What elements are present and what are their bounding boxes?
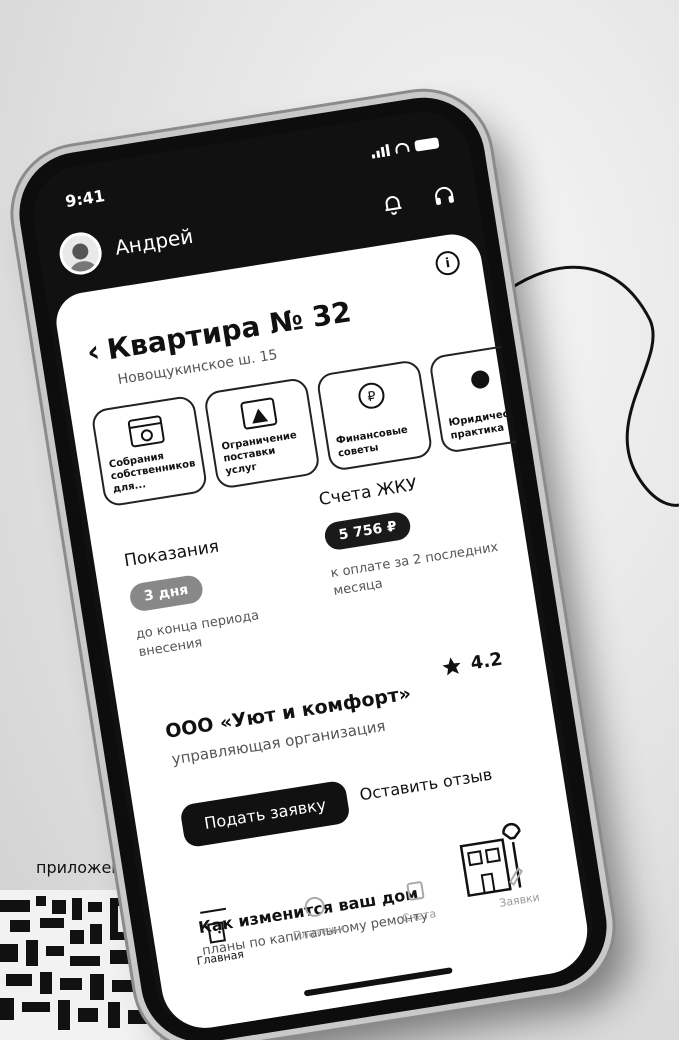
meters-days-badge: 3 дня [128, 573, 205, 613]
signal-icon [371, 143, 391, 159]
wifi-icon [394, 141, 410, 154]
company-rating: 4.2 [439, 648, 504, 679]
status-icons [371, 136, 440, 159]
battery-icon [414, 136, 440, 152]
star-icon [442, 657, 461, 676]
requests-icon [501, 860, 531, 890]
warning-calendar-icon [240, 397, 278, 430]
payments-icon [300, 892, 330, 922]
service-card-meetings[interactable]: Собрания собственников для... [90, 394, 209, 508]
tab-bills[interactable]: Счета [368, 863, 467, 956]
tab-label: Заявки [498, 890, 541, 910]
status-time: 9:41 [63, 185, 107, 211]
tab-payments[interactable]: Платежи [268, 879, 367, 972]
svg-text:₽: ₽ [366, 389, 377, 405]
tab-home[interactable]: Главная [168, 895, 267, 988]
bottom-tab-bar: Главная Платежи Счета Заявки [161, 846, 575, 989]
background-scene: приложение 9:41 Андрей i ‹ Квартира № 32… [0, 0, 679, 1040]
bills-icon [400, 876, 430, 906]
bills-widget[interactable]: Счета ЖКУ 5 756 ₽ к оплате за 2 последни… [318, 461, 523, 600]
meters-note: до конца периода внесения [134, 608, 261, 660]
tab-label: Главная [195, 947, 245, 968]
tab-label: Платежи [292, 921, 346, 943]
bell-icon[interactable] [378, 189, 408, 219]
legal-icon [471, 370, 490, 389]
meters-widget[interactable]: Показания 3 дня до конца периода внесени… [123, 525, 308, 661]
calendar-settings-icon [127, 415, 165, 448]
service-label: Финансовые советы [335, 424, 409, 460]
service-label: Юридическая практика [447, 405, 530, 442]
back-arrow-icon[interactable]: ‹ [84, 333, 102, 370]
service-label: Ограничение поставки услуг [220, 429, 298, 477]
service-card-finance[interactable]: ₽ Финансовые советы [315, 358, 434, 472]
leave-review-link[interactable]: Оставить отзыв [358, 765, 493, 805]
service-label: Собрания собственников для... [108, 450, 197, 495]
bills-amount-badge: 5 756 ₽ [322, 510, 413, 552]
user-name: Андрей [113, 223, 195, 260]
service-card-restrictions[interactable]: Ограничение поставки услуг [202, 376, 322, 490]
rating-value: 4.2 [469, 648, 504, 674]
top-actions [378, 181, 459, 219]
door-icon [201, 918, 231, 948]
tab-requests[interactable]: Заявки [469, 847, 568, 940]
headset-icon[interactable] [429, 181, 459, 211]
info-icon[interactable]: i [433, 249, 462, 277]
home-indicator [303, 967, 453, 997]
meters-heading: Показания [122, 536, 221, 572]
ruble-coin-icon: ₽ [358, 382, 385, 409]
submit-request-button[interactable]: Подать заявку [179, 779, 351, 849]
tab-label: Счета [401, 907, 438, 926]
main-card: i ‹ Квартира № 32 Новощукинское ш. 15 Со… [52, 230, 594, 1035]
avatar[interactable] [56, 229, 105, 278]
